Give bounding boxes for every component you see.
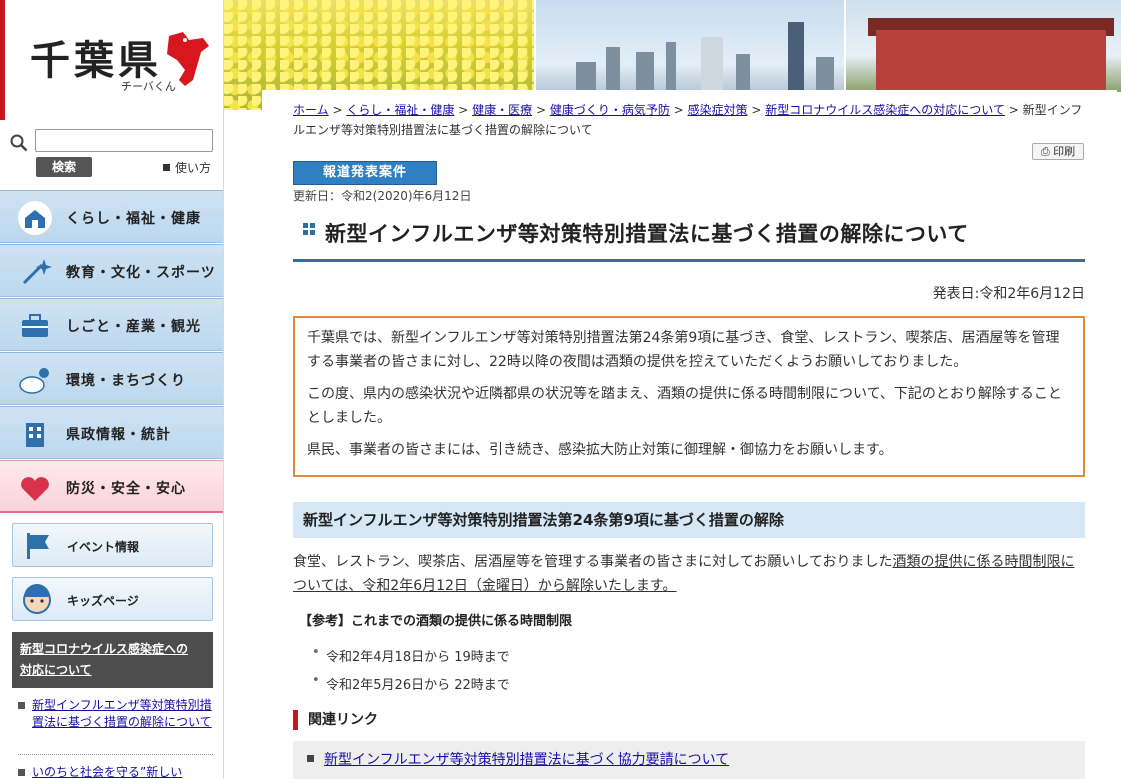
nav-category-living[interactable]: くらし・福祉・健康 [0,190,223,243]
covid-link-line2: 対応について [20,663,92,677]
bullet-icon [163,164,170,171]
related-links-box: 新型インフルエンザ等対策特別措置法に基づく協力要請について [293,741,1085,779]
reference-list-item: 令和2年5月26日から 22時まで [312,673,510,693]
nav-category-work[interactable]: しごと・産業・観光 [0,298,223,351]
breadcrumb-separator: > [535,103,546,117]
bullet-icon [18,702,25,709]
nav-sub-label: キッズページ [67,594,139,608]
breadcrumb: ホーム > くらし・福祉・健康 > 健康・医療 > 健康づくり・病気予防 > 感… [293,100,1083,140]
breadcrumb-separator: > [1008,103,1019,117]
press-release-badge: 報道発表案件 [293,161,437,185]
side-link-item: いのちと社会を守る”新しい [18,764,213,779]
related-links-heading: 関連リンク [293,710,378,730]
building-icon [26,423,44,447]
section-body: 食堂、レストラン、喫茶店、居酒屋等を管理する事業者の皆さまに対してお願いしており… [293,550,1085,598]
nav-category-label: 環境・まちづくり [66,373,186,389]
updated-date: 更新日：令和2(2020)年6月12日 [293,189,472,203]
page-title-block: 新型インフルエンザ等対策特別措置法に基づく措置の解除について [293,210,1085,262]
section-heading: 新型インフルエンザ等対策特別措置法第24条第9項に基づく措置の解除 [293,502,1085,538]
notice-paragraph: 千葉県では、新型インフルエンザ等対策特別措置法第24条第9項に基づき、食堂、レス… [307,330,1060,370]
cloud-sun-icon [19,368,49,394]
nav-category-label: しごと・産業・観光 [66,319,201,335]
reference-list-item: 令和2年4月18日から 19時まで [312,645,510,665]
covid-link-line1: 新型コロナウイルス感染症への [20,642,189,656]
breadcrumb-link-covid[interactable]: 新型コロナウイルス感染症への対応について [765,103,1005,117]
notice-box: 千葉県では、新型インフルエンザ等対策特別措置法第24条第9項に基づき、食堂、レス… [293,316,1085,477]
notice-paragraph: 県民、事業者の皆さまには、引き続き、感染拡大防止対策に御理解・御協力をお願いしま… [307,442,893,458]
divider [18,754,213,755]
breadcrumb-link-infection[interactable]: 感染症対策 [688,103,748,117]
nav-sub-label: イベント情報 [67,540,140,554]
briefcase-icon [22,314,48,337]
main-content: ホーム > くらし・福祉・健康 > 健康・医療 > 健康づくり・病気予防 > 感… [262,90,1117,779]
covid-section-link[interactable]: 新型コロナウイルス感染症への 対応について [12,632,213,688]
nav-event-info[interactable]: イベント情報 [12,523,213,567]
search-area: 検索 使い方 [10,128,215,180]
bullet-icon [18,769,25,776]
publish-date: 発表日:令和2年6月12日 [932,286,1085,302]
nav-category-label: 教育・文化・スポーツ [66,265,216,281]
nav-category-label: 防災・安全・安心 [66,481,186,497]
city-skyline-image [536,0,844,92]
house-icon [18,201,52,235]
breadcrumb-separator: > [673,103,684,117]
nav-category-government[interactable]: 県政情報・統計 [0,406,223,459]
printer-icon: ⎙ [1040,145,1050,158]
bullet-icon [307,755,314,762]
nav-category-label: 県政情報・統計 [66,427,171,443]
breadcrumb-link-living[interactable]: くらし・福祉・健康 [346,103,454,117]
nav-kids-page[interactable]: キッズページ [12,577,213,621]
side-link-measure-lifted[interactable]: 新型インフルエンザ等対策特別措置法に基づく措置の解除について [32,698,212,729]
flag-icon [27,533,49,559]
breadcrumb-link-prevention[interactable]: 健康づくり・病気予防 [550,103,670,117]
heart-icon [21,477,49,501]
mascot-name: チーバくん [121,80,176,93]
search-howto-link[interactable]: 使い方 [163,159,211,176]
historic-house-image [846,0,1121,92]
nav-category-label: くらし・福祉・健康 [66,211,201,227]
breadcrumb-link-health[interactable]: 健康・医療 [472,103,532,117]
nav-category-environment[interactable]: 環境・まちづくり [0,352,223,405]
title-marker-icon [303,223,315,235]
breadcrumb-separator: > [751,103,762,117]
notice-paragraph: この度、県内の感染状況や近隣都県の状況等を踏まえ、酒類の提供に係る時間制限につい… [307,386,1062,426]
search-icon [10,134,28,152]
sparkle-icon [22,259,52,285]
related-link-cooperation-request[interactable]: 新型インフルエンザ等対策特別措置法に基づく協力要請について [324,752,729,768]
search-button[interactable]: 検索 [36,157,92,177]
kid-face-icon [23,584,51,614]
breadcrumb-separator: > [332,103,343,117]
sidebar: 千葉県 チーバくん 検索 使い方 くらし・福祉・健康 教育・文化・スポーツ しご… [0,0,224,779]
section-body-text: 食堂、レストラン、喫茶店、居酒屋等を管理する事業者の皆さまに対してお願いしており… [293,554,893,570]
breadcrumb-link-home[interactable]: ホーム [293,103,329,117]
site-logo[interactable]: 千葉県 チーバくん [0,0,223,120]
nav-category-education[interactable]: 教育・文化・スポーツ [0,244,223,297]
breadcrumb-separator: > [458,103,469,117]
page-title: 新型インフルエンザ等対策特別措置法に基づく措置の解除について [325,222,969,246]
side-link-new-lifestyle[interactable]: いのちと社会を守る”新しい [32,765,182,779]
nav-category-safety[interactable]: 防災・安全・安心 [0,460,223,513]
search-input[interactable] [35,129,213,152]
reference-heading: 【参考】これまでの酒類の提供に係る時間制限 [299,614,573,629]
side-link-item: 新型インフルエンザ等対策特別措置法に基づく措置の解除について [18,697,213,731]
print-button[interactable]: ⎙ 印刷 [1032,143,1084,160]
